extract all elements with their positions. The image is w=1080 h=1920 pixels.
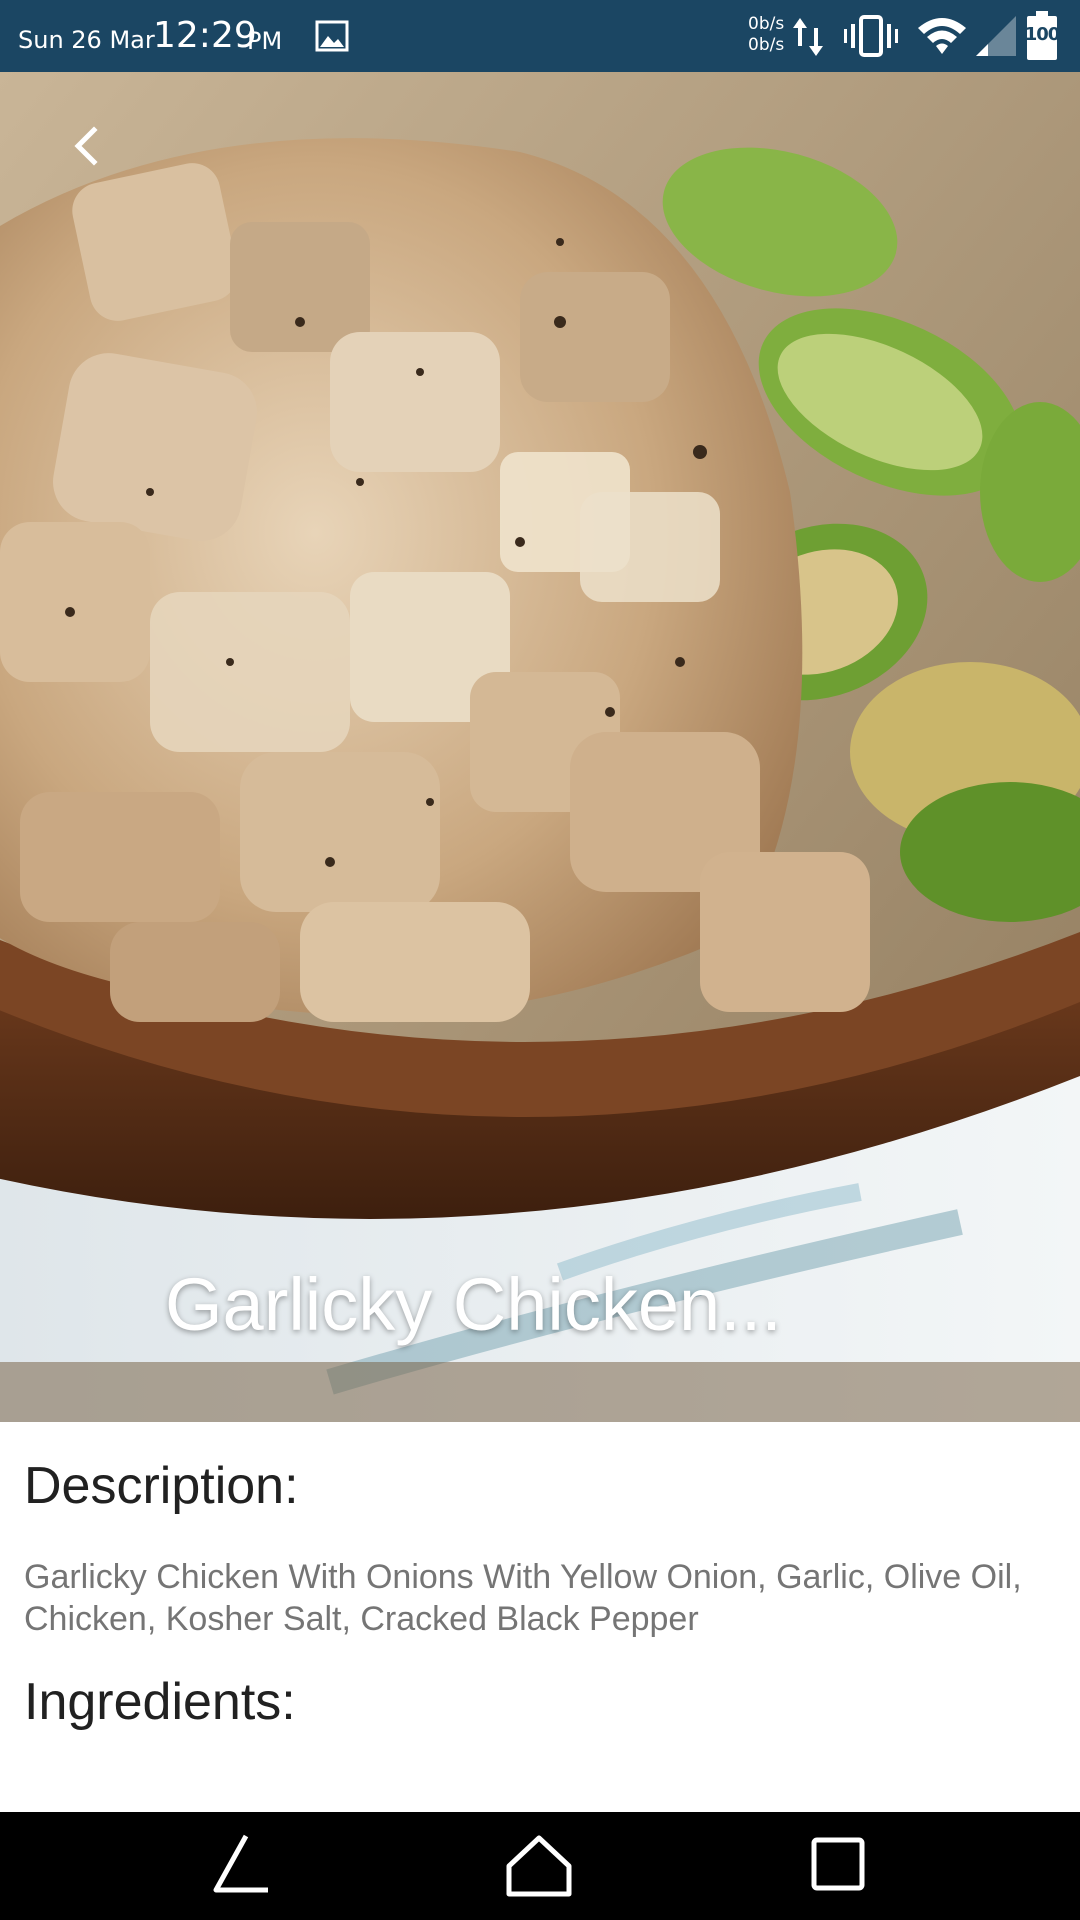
status-date: Sun 26 Mar [18,26,155,54]
wifi-icon [918,18,966,54]
network-speed: 0b/s 0b/s [748,14,784,56]
gallery-icon [315,20,349,52]
ingredients-heading: Ingredients: [24,1673,296,1731]
back-button[interactable] [50,110,122,182]
back-nav-icon[interactable] [206,1830,278,1902]
recipe-image: Garlicky Chicken... [0,72,1080,1422]
recipe-details: Description: Garlicky Chicken With Onion… [0,1422,1080,1812]
vibrate-icon [844,15,898,57]
status-ampm: PM [247,27,283,55]
recipe-photo [0,72,1080,1422]
upload-speed: 0b/s [748,14,785,34]
status-time: 12:29 [153,15,257,56]
description-text: Garlicky Chicken With Onions With Yellow… [24,1558,1022,1638]
data-transfer-icon [793,18,823,56]
signal-icon [976,16,1016,56]
description-heading: Description: [24,1457,299,1515]
status-bar: Sun 26 Mar 12:29 PM 0b/s 0b/s 100 [0,0,1080,72]
recipe-title: Garlicky Chicken... [165,1263,782,1346]
home-nav-icon[interactable] [503,1830,575,1902]
recents-nav-icon[interactable] [804,1830,876,1902]
navigation-bar [0,1812,1080,1920]
battery-level: 100 [1024,24,1061,45]
download-speed: 0b/s [748,35,785,55]
